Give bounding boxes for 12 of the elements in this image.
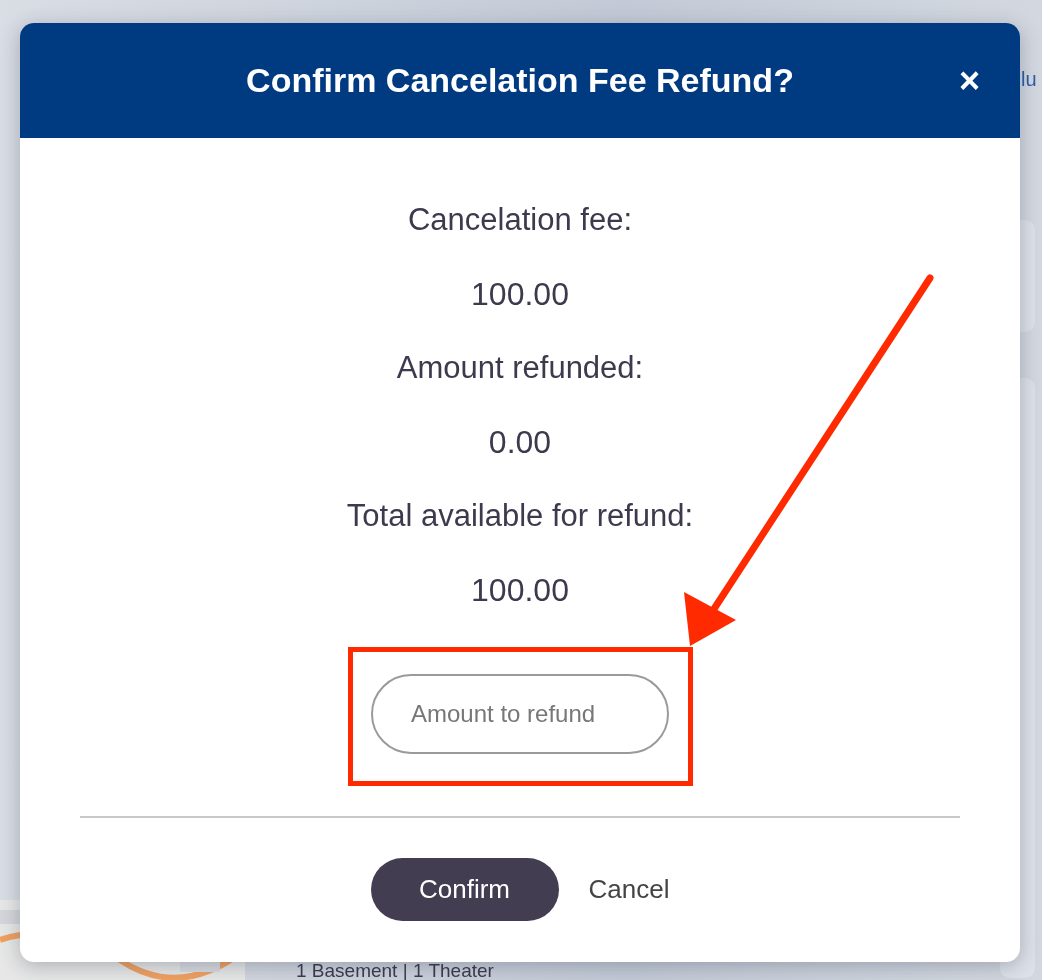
amount-value: 100.00 [471,275,569,314]
amount-label: Amount refunded: [396,349,644,387]
amount-value: 100.00 [471,571,569,610]
cancel-link[interactable]: Cancel [588,874,670,905]
close-button[interactable]: × [954,62,984,99]
amount-value: 0.00 [488,423,552,462]
amount-label: Total available for refund: [346,497,694,535]
page-link[interactable]: lu [1021,68,1037,91]
dialog-title: Confirm Cancelation Fee Refund? [246,61,794,100]
confirm-button[interactable]: Confirm [370,858,559,921]
refund-amount-field[interactable]: Amount to refund [371,674,669,754]
amount-label: Cancelation fee: [407,201,632,239]
